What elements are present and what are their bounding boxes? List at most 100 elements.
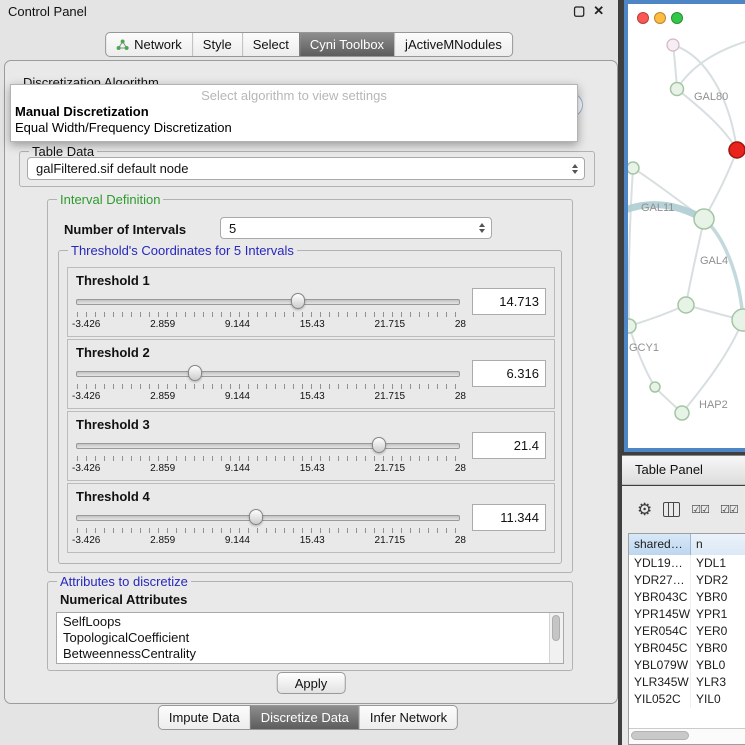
threshold-value-field[interactable]: 11.344 — [472, 504, 546, 531]
table-row[interactable]: YDL19…YDL1 — [629, 555, 745, 572]
table-row[interactable]: YER054CYER0 — [629, 623, 745, 640]
list-scrollbar[interactable] — [549, 613, 563, 663]
tab-cyni-toolbox[interactable]: Cyni Toolbox — [299, 33, 394, 56]
threshold-slider[interactable]: -3.4262.8599.14415.4321.71528 — [76, 507, 460, 549]
float-window-icon[interactable]: ▢ — [573, 3, 585, 19]
slider-thumb[interactable] — [291, 293, 305, 309]
scale-label: 9.144 — [225, 391, 250, 402]
list-item[interactable]: BetweennessCentrality — [57, 646, 550, 662]
threshold-slider[interactable]: -3.4262.8599.14415.4321.71528 — [76, 435, 460, 477]
attributes-group: Attributes to discretize Numerical Attri… — [47, 581, 573, 671]
network-canvas[interactable]: GAL80 GAL11 GAL4 GCY1 HAP2 — [628, 26, 745, 448]
table-row[interactable]: YBR045CYBR0 — [629, 640, 745, 657]
column-header-name[interactable]: n — [691, 534, 745, 555]
panel-window-controls: ▢ ✕ — [573, 3, 604, 19]
threshold-value-field[interactable]: 21.4 — [472, 432, 546, 459]
table-row[interactable]: YLR345WYLR3 — [629, 674, 745, 691]
scale-label: 21.715 — [375, 319, 406, 330]
table-cell: YER0 — [691, 623, 745, 640]
list-item[interactable]: SelfLoops — [57, 614, 550, 630]
minimize-window-icon[interactable] — [654, 12, 666, 24]
numerical-attributes-label: Numerical Attributes — [60, 592, 187, 607]
columns-icon[interactable] — [663, 502, 680, 517]
num-intervals-select[interactable]: 5 — [220, 217, 492, 239]
scale-label: 28 — [455, 319, 466, 330]
algorithm-dropdown: Select algorithm to view settings Manual… — [10, 84, 578, 142]
threshold-4-group: Threshold 4 -3.4262.8599.14415.4321.7152… — [67, 483, 555, 553]
slider-ticks — [77, 312, 460, 317]
numerical-attributes-list[interactable]: SelfLoopsTopologicalCoefficientBetweenne… — [56, 612, 564, 664]
column-header-shared[interactable]: shared… — [629, 534, 691, 555]
tab-discretize-data[interactable]: Discretize Data — [250, 706, 359, 729]
table-cell: YDL19… — [629, 555, 691, 572]
select-mode-icon[interactable]: ☑☑ — [720, 503, 738, 516]
tab-select[interactable]: Select — [242, 33, 299, 56]
table-row[interactable]: YBR043CYBR0 — [629, 589, 745, 606]
scrollbar-thumb[interactable] — [552, 615, 560, 641]
tab-infer-network[interactable]: Infer Network — [359, 706, 457, 729]
threshold-label: Threshold 4 — [76, 489, 150, 504]
close-panel-icon[interactable]: ✕ — [593, 3, 604, 19]
table-row[interactable]: YIL052CYIL0 — [629, 691, 745, 708]
slider-ticks — [77, 528, 460, 533]
threshold-slider[interactable]: -3.4262.8599.14415.4321.71528 — [76, 291, 460, 333]
tab-jactivemnodules[interactable]: jActiveMNodules — [394, 33, 512, 56]
gear-icon[interactable]: ⚙ — [637, 501, 652, 518]
slider-track[interactable] — [76, 299, 460, 305]
close-window-icon[interactable] — [637, 12, 649, 24]
scale-label: 15.43 — [300, 391, 325, 402]
threshold-3-group: Threshold 3 -3.4262.8599.14415.4321.7152… — [67, 411, 555, 481]
tab-style[interactable]: Style — [192, 33, 242, 56]
table-row[interactable]: YDR27…YDR2 — [629, 572, 745, 589]
list-item[interactable]: TopologicalCoefficient — [57, 630, 550, 646]
zoom-window-icon[interactable] — [671, 12, 683, 24]
node-table-body: YDL19…YDL1YDR27…YDR2YBR043CYBR0YPR145WYP… — [629, 555, 745, 708]
network-node — [650, 382, 660, 392]
slider-track[interactable] — [76, 515, 460, 521]
slider-track[interactable] — [76, 371, 460, 377]
scrollbar-thumb[interactable] — [631, 731, 689, 740]
tab-label: Select — [253, 37, 289, 52]
dropdown-option-manual-discretization[interactable]: Manual Discretization — [11, 104, 577, 120]
scale-label: -3.426 — [72, 391, 100, 402]
table-row[interactable]: YPR145WYPR1 — [629, 606, 745, 623]
list-items: SelfLoopsTopologicalCoefficientBetweenne… — [57, 614, 550, 663]
scale-label: 21.715 — [375, 463, 406, 474]
table-data-group: Table Data galFiltered.sif default node — [19, 151, 595, 187]
selected-table-value: galFiltered.sif default node — [36, 161, 188, 176]
threshold-label: Threshold 1 — [76, 273, 150, 288]
select-all-icon[interactable]: ☑☑ — [691, 503, 709, 516]
group-title: Threshold's Coordinates for 5 Intervals — [68, 243, 297, 258]
scale-label: 2.859 — [150, 463, 175, 474]
table-panel-title: Table Panel — [622, 455, 745, 485]
group-title: Interval Definition — [57, 192, 163, 207]
threshold-1-group: Threshold 1 -3.4262.8599.14415.4321.7152… — [67, 267, 555, 337]
slider-ticks — [77, 456, 460, 461]
table-row[interactable]: YBL079WYBL0 — [629, 657, 745, 674]
network-node — [678, 297, 694, 313]
table-data-select[interactable]: galFiltered.sif default node — [27, 157, 585, 180]
dropdown-option-equal-width-frequency[interactable]: Equal Width/Frequency Discretization — [11, 120, 577, 136]
threshold-value-field[interactable]: 6.316 — [472, 360, 546, 387]
threshold-2-group: Threshold 2 -3.4262.8599.14415.4321.7152… — [67, 339, 555, 409]
tab-network[interactable]: Network — [106, 33, 192, 56]
scale-label: 9.144 — [225, 463, 250, 474]
slider-thumb[interactable] — [249, 509, 263, 525]
num-intervals-value: 5 — [229, 221, 236, 236]
slider-track[interactable] — [76, 443, 460, 449]
tab-impute-data[interactable]: Impute Data — [159, 706, 250, 729]
tab-label: Discretize Data — [261, 710, 349, 725]
tab-label: Impute Data — [169, 710, 240, 725]
tab-label: Style — [203, 37, 232, 52]
scale-label: 9.144 — [225, 319, 250, 330]
node-table[interactable]: shared… n YDL19…YDL1YDR27…YDR2YBR043CYBR… — [628, 533, 745, 745]
slider-thumb[interactable] — [188, 365, 202, 381]
slider-thumb[interactable] — [372, 437, 386, 453]
horizontal-scrollbar[interactable] — [629, 728, 745, 744]
threshold-slider[interactable]: -3.4262.8599.14415.4321.71528 — [76, 363, 460, 405]
apply-button[interactable]: Apply — [277, 672, 346, 694]
network-view[interactable]: GAL80 GAL11 GAL4 GCY1 HAP2 — [624, 0, 745, 452]
table-cell: YPR1 — [691, 606, 745, 623]
threshold-value-field[interactable]: 14.713 — [472, 288, 546, 315]
table-cell: YPR145W — [629, 606, 691, 623]
